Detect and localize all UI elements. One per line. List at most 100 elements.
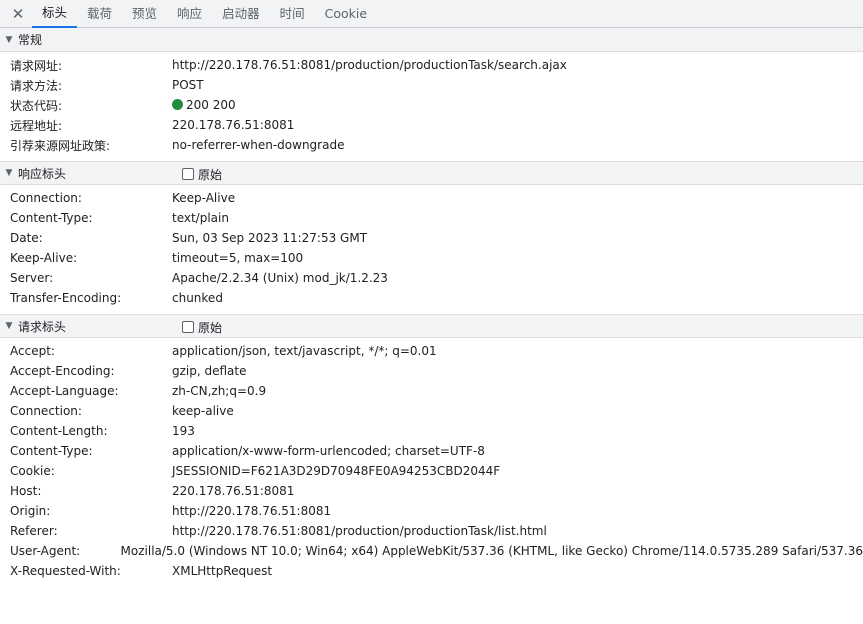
header-name: Accept-Encoding: — [10, 364, 115, 378]
status-dot-icon — [172, 99, 183, 110]
tab-headers[interactable]: 标头 — [32, 0, 78, 28]
response-rows: Connection: Keep-Alive Content-Type: text/p… — [0, 185, 863, 314]
header-value: http://220.178.76.51:8081/production/pro… — [172, 524, 547, 538]
header-row: Connection: keep-alive — [0, 401, 863, 421]
header-name: 引荐来源网址政策: — [10, 138, 111, 153]
general-rows: 请求网址: http://220.178.76.51:8081/productio… — [0, 52, 863, 161]
header-value: Keep-Alive — [172, 191, 236, 205]
header-name: 请求方法: — [10, 78, 63, 93]
header-value: POST — [172, 78, 204, 92]
header-name: Keep-Alive: — [10, 251, 78, 265]
expand-triangle-icon: ▼ — [5, 321, 13, 331]
header-row: X-Requested-With: XMLHttpRequest — [0, 561, 863, 581]
header-name: Content-Type: — [10, 211, 93, 225]
general-section-header[interactable]: ▼ 常规 — [0, 28, 863, 52]
header-name: Accept-Language: — [10, 384, 119, 398]
header-name: Connection: — [10, 404, 82, 418]
header-name: Date: — [10, 231, 43, 245]
section-title: 响应标头 — [18, 166, 67, 181]
header-value: keep-alive — [172, 404, 234, 418]
header-value: timeout=5, max=100 — [172, 251, 304, 265]
header-row: Connection: Keep-Alive — [0, 188, 863, 208]
raw-label: 原始 — [198, 167, 223, 182]
header-row: Keep-Alive: timeout=5, max=100 — [0, 248, 863, 268]
expand-triangle-icon: ▼ — [5, 34, 13, 45]
response-headers-section: ▼ 响应标头 原始 Connection: Keep-Alive Content-T… — [0, 161, 863, 314]
header-row: Origin: http://220.178.76.51:8081 — [0, 501, 863, 521]
header-row: User-Agent: Mozilla/5.0 (Windows NT 10.0;… — [0, 541, 863, 561]
section-title: 请求标头 — [18, 319, 67, 334]
header-row: 状态代码: 200 200 — [0, 95, 863, 115]
header-value: 220.178.76.51:8081 — [172, 118, 295, 132]
raw-checkbox[interactable]: 原始 — [182, 315, 222, 339]
header-row: 远程地址: 220.178.76.51:8081 — [0, 115, 863, 135]
devtools-tab-bar: ✕ 标头 载荷 预览 响应 启动器 时间 Cookie — [0, 0, 863, 28]
request-rows: Accept: application/json, text/javascript… — [0, 338, 863, 587]
header-value: Sun, 03 Sep 2023 11:27:53 GMT — [172, 231, 368, 245]
response-headers-section-header[interactable]: ▼ 响应标头 原始 — [0, 161, 863, 185]
header-row: Server: Apache/2.2.34 (Unix) mod_jk/1.2.2… — [0, 268, 863, 288]
tab-response[interactable]: 响应 — [167, 0, 212, 28]
section-title: 常规 — [18, 33, 43, 47]
header-name: X-Requested-With: — [10, 564, 121, 578]
header-name: Cookie: — [10, 464, 55, 478]
header-value: gzip, deflate — [172, 364, 247, 378]
header-name: Accept: — [10, 344, 55, 358]
raw-label: 原始 — [198, 320, 223, 335]
header-value: application/x-www-form-urlencoded; chars… — [172, 444, 485, 458]
request-headers-section-header[interactable]: ▼ 请求标头 原始 — [0, 314, 863, 338]
request-headers-section: ▼ 请求标头 原始 Accept: application/json, text/… — [0, 314, 863, 587]
checkbox-icon[interactable] — [182, 168, 194, 180]
header-value: chunked — [172, 291, 223, 305]
header-row: 请求方法: POST — [0, 75, 863, 95]
header-row: Transfer-Encoding: chunked — [0, 288, 863, 308]
header-name: Host: — [10, 484, 42, 498]
header-name: Content-Type: — [10, 444, 93, 458]
close-icon[interactable]: ✕ — [8, 4, 28, 24]
header-name: 远程地址: — [10, 118, 63, 133]
raw-checkbox[interactable]: 原始 — [182, 162, 222, 186]
header-value: Apache/2.2.34 (Unix) mod_jk/1.2.23 — [172, 271, 388, 285]
header-row: 引荐来源网址政策: no-referrer-when-downgrade — [0, 135, 863, 155]
header-value: 220.178.76.51:8081 — [172, 484, 295, 498]
header-value: http://220.178.76.51:8081 — [172, 504, 332, 518]
header-value: JSESSIONID=F621A3D29D70948FE0A94253CBD20… — [172, 464, 501, 478]
header-row: Accept: application/json, text/javascript… — [0, 341, 863, 361]
expand-triangle-icon: ▼ — [5, 168, 13, 178]
header-row: Host: 220.178.76.51:8081 — [0, 481, 863, 501]
header-value: 200 200 — [172, 98, 236, 112]
header-value: http://220.178.76.51:8081/production/pro… — [172, 58, 567, 72]
tab-initiator[interactable]: 启动器 — [212, 0, 270, 28]
header-value: no-referrer-when-downgrade — [172, 138, 345, 152]
tab-payload[interactable]: 载荷 — [77, 0, 122, 28]
header-value: Mozilla/5.0 (Windows NT 10.0; Win64; x64… — [120, 544, 863, 558]
header-value: zh-CN,zh;q=0.9 — [172, 384, 267, 398]
header-row: 请求网址: http://220.178.76.51:8081/productio… — [0, 55, 863, 75]
tab-preview[interactable]: 预览 — [122, 0, 167, 28]
header-name: Transfer-Encoding: — [10, 291, 122, 305]
header-name: 状态代码: — [10, 98, 63, 113]
status-code-text: 200 200 — [186, 98, 236, 112]
header-name: Content-Length: — [10, 424, 108, 438]
header-name: 请求网址: — [10, 58, 63, 73]
header-row: Content-Type: application/x-www-form-urle… — [0, 441, 863, 461]
tab-cookies[interactable]: Cookie — [315, 0, 377, 28]
header-row: Date: Sun, 03 Sep 2023 11:27:53 GMT — [0, 228, 863, 248]
header-value: text/plain — [172, 211, 229, 225]
header-row: Referer: http://220.178.76.51:8081/produc… — [0, 521, 863, 541]
general-section: ▼ 常规 请求网址: http://220.178.76.51:8081/prod… — [0, 28, 863, 161]
header-name: Referer: — [10, 524, 58, 538]
header-value: 193 — [172, 424, 195, 438]
header-row: Accept-Language: zh-CN,zh;q=0.9 — [0, 381, 863, 401]
header-row: Content-Length: 193 — [0, 421, 863, 441]
header-value: XMLHttpRequest — [172, 564, 273, 578]
tab-timing[interactable]: 时间 — [270, 0, 315, 28]
header-name: Server: — [10, 271, 54, 285]
header-name: User-Agent: — [10, 544, 81, 558]
header-name: Connection: — [10, 191, 82, 205]
header-row: Cookie: JSESSIONID=F621A3D29D70948FE0A942… — [0, 461, 863, 481]
header-row: Content-Type: text/plain — [0, 208, 863, 228]
header-value: application/json, text/javascript, */*; … — [172, 344, 437, 358]
header-row: Accept-Encoding: gzip, deflate — [0, 361, 863, 381]
checkbox-icon[interactable] — [182, 321, 194, 333]
